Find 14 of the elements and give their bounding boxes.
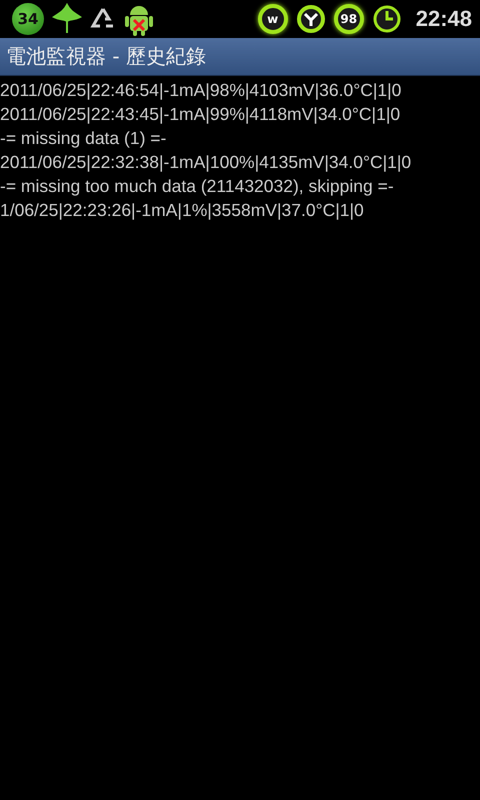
status-indicator: w bbox=[258, 4, 288, 34]
log-line: -= missing too much data (211432032), skipping =- bbox=[0, 175, 395, 198]
log-line: 2011/06/25|22:43:45|-1mA|99%|4118mV|34.0°C|1|0 bbox=[0, 103, 402, 126]
status-badge: 34 bbox=[12, 3, 44, 35]
window-title: 電池監視器 - 歷史紀錄 bbox=[6, 43, 206, 70]
log-line: 1/06/25|22:23:26|-1mA|1%|3558mV|37.0°C|1|0 bbox=[0, 199, 365, 222]
status-indicator: 98 bbox=[334, 4, 364, 34]
antenna-icon bbox=[296, 4, 326, 34]
clock-icon bbox=[372, 4, 402, 34]
clock-time: 22:48 bbox=[416, 6, 472, 32]
log-line: 2011/06/25|22:32:38|-1mA|100%|4135mV|34.0°C|1|0 bbox=[0, 151, 412, 174]
leaf-icon bbox=[52, 3, 82, 35]
log-line: -= missing data (1) =- bbox=[0, 127, 168, 150]
log-line: 2011/06/25|22:46:54|-1mA|98%|4103mV|36.0°C|1|0 bbox=[0, 79, 402, 102]
